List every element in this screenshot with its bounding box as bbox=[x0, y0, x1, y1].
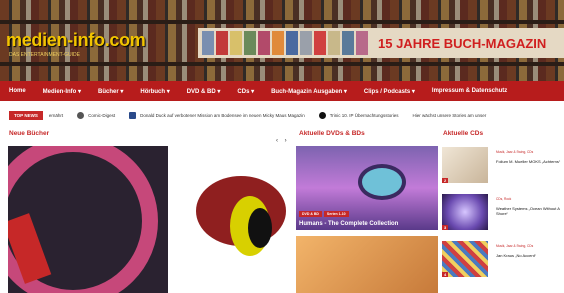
magazine-cover-image bbox=[328, 31, 340, 55]
nav-item-buecher[interactable]: Bücher ▾ bbox=[98, 88, 131, 95]
banner-headline: 15 JAHRE BUCH-MAGAZIN bbox=[378, 35, 547, 51]
nav-item-clips-podcasts[interactable]: Clips / Podcasts ▾ bbox=[364, 88, 423, 95]
cd-cover-image bbox=[442, 241, 488, 277]
cover-art-shape bbox=[248, 208, 272, 248]
cd-list-item[interactable]: 2 Musik, Jazz & Swing, CDs Folium M. Mue… bbox=[440, 147, 564, 183]
ticker-item-text: Comic-Digest bbox=[88, 112, 116, 118]
chevron-right-icon[interactable]: › bbox=[285, 138, 287, 144]
rank-badge: 3 bbox=[442, 225, 449, 230]
ticker-item[interactable]: Donald Duck auf verbotener Mission am Bo… bbox=[129, 111, 305, 119]
magazine-cover-image bbox=[300, 31, 312, 55]
rank-badge: 2 bbox=[442, 178, 449, 183]
dvd-tag-list: DVD & BD Serien 1-10 bbox=[299, 211, 351, 217]
category-tag[interactable]: Serien 1-10 bbox=[323, 211, 349, 217]
promo-banner[interactable]: 15 JAHRE BUCH-MAGAZIN bbox=[198, 28, 564, 58]
cd-title[interactable]: Weather Systems „Ocean Without A Shore“ bbox=[496, 206, 564, 216]
top-news-badge: TOP NEWS bbox=[9, 110, 43, 120]
nav-item-impressum[interactable]: Impressum & Datenschutz bbox=[432, 88, 515, 94]
book-cover-image[interactable] bbox=[168, 146, 294, 293]
ticker-item-text: Trinic 10. IP Übernachtungsstories bbox=[329, 112, 399, 118]
section-title-cds[interactable]: Aktuelle CDs bbox=[443, 130, 483, 137]
ticker-item[interactable]: Comic-Digest bbox=[77, 111, 116, 119]
site-header: medien-info.com DAS ENTERTAINMENT-GUIDE … bbox=[0, 0, 564, 83]
nav-item-cds[interactable]: CDs ▾ bbox=[237, 88, 262, 95]
magazine-cover-image bbox=[314, 31, 326, 55]
nav-item-medien-info[interactable]: Medien-Info ▾ bbox=[43, 88, 89, 95]
bookshelf-divider bbox=[0, 62, 564, 66]
dvd-title[interactable]: Humans - The Complete Collection bbox=[299, 221, 398, 227]
magazine-cover-image bbox=[272, 31, 284, 55]
ticker-item[interactable]: Hier wächst unsere Stories am unser bbox=[413, 113, 487, 118]
cd-category: Musik, Jazz & Swing, CDs bbox=[496, 150, 534, 154]
rank-badge: 4 bbox=[442, 272, 449, 277]
banner-thumbnails bbox=[202, 31, 370, 55]
bookshelf-divider bbox=[0, 20, 564, 24]
person-icon bbox=[77, 111, 85, 119]
magazine-cover-image bbox=[244, 31, 256, 55]
book-cover-image[interactable] bbox=[8, 146, 168, 293]
ticker-item-text: Hier wächst unsere Stories am unser bbox=[412, 112, 487, 118]
ticker-item-text: Donald Duck auf verbotener Mission am Bo… bbox=[140, 112, 305, 118]
magazine-cover-image bbox=[216, 31, 228, 55]
section-title-books[interactable]: Neue Bücher bbox=[9, 130, 49, 137]
nav-item-hoerbuch[interactable]: Hörbuch ▾ bbox=[140, 88, 177, 95]
site-tagline: DAS ENTERTAINMENT-GUIDE bbox=[9, 52, 80, 58]
cover-art-eye bbox=[358, 164, 406, 200]
nav-item-dvd-bd[interactable]: DVD & BD ▾ bbox=[187, 88, 229, 95]
cd-category: CDs, Rock bbox=[496, 197, 512, 201]
site-logo[interactable]: medien-info.com bbox=[6, 30, 146, 51]
main-navigation: Home Medien-Info ▾ Bücher ▾ Hörbuch ▾ DV… bbox=[0, 81, 564, 101]
nav-item-buch-magazin[interactable]: Buch-Magazin Ausgaben ▾ bbox=[271, 88, 355, 95]
news-ticker: TOP NEWS ernährt Comic-Digest Donald Duc… bbox=[0, 108, 564, 122]
magazine-cover-image bbox=[356, 31, 368, 55]
section-title-dvds[interactable]: Aktuelle DVDs & BDs bbox=[299, 130, 365, 137]
dvd-cover-image[interactable] bbox=[296, 236, 438, 293]
dvd-cover-image[interactable] bbox=[296, 146, 438, 230]
cd-title[interactable]: Folium M. Mueller MOKS „Achterns“ bbox=[496, 159, 564, 164]
magazine-cover-image bbox=[202, 31, 214, 55]
ticker-item-text: ernährt bbox=[48, 112, 64, 118]
cd-title[interactable]: Jan Kraus „No Accent“ bbox=[496, 253, 564, 258]
category-tag[interactable]: DVD & BD bbox=[299, 211, 322, 217]
person-icon bbox=[318, 111, 326, 119]
carousel-controls: ‹ › bbox=[276, 138, 287, 144]
chevron-left-icon[interactable]: ‹ bbox=[276, 138, 278, 144]
comic-icon bbox=[129, 111, 137, 119]
magazine-cover-image bbox=[342, 31, 354, 55]
cd-list-item[interactable]: 4 Musik, Jazz & Swing, CDs Jan Kraus „No… bbox=[440, 241, 564, 277]
ticker-item[interactable]: ernährt bbox=[49, 113, 63, 118]
cd-cover-image bbox=[442, 194, 488, 230]
magazine-cover-image bbox=[258, 31, 270, 55]
nav-item-home[interactable]: Home bbox=[9, 88, 34, 94]
cd-category: Musik, Jazz & Swing, CDs bbox=[496, 244, 534, 248]
magazine-cover-image bbox=[286, 31, 298, 55]
cd-list-item[interactable]: 3 CDs, Rock Weather Systems „Ocean Witho… bbox=[440, 194, 564, 230]
magazine-cover-image bbox=[230, 31, 242, 55]
ticker-item[interactable]: Trinic 10. IP Übernachtungsstories bbox=[318, 111, 399, 119]
cd-cover-image bbox=[442, 147, 488, 183]
